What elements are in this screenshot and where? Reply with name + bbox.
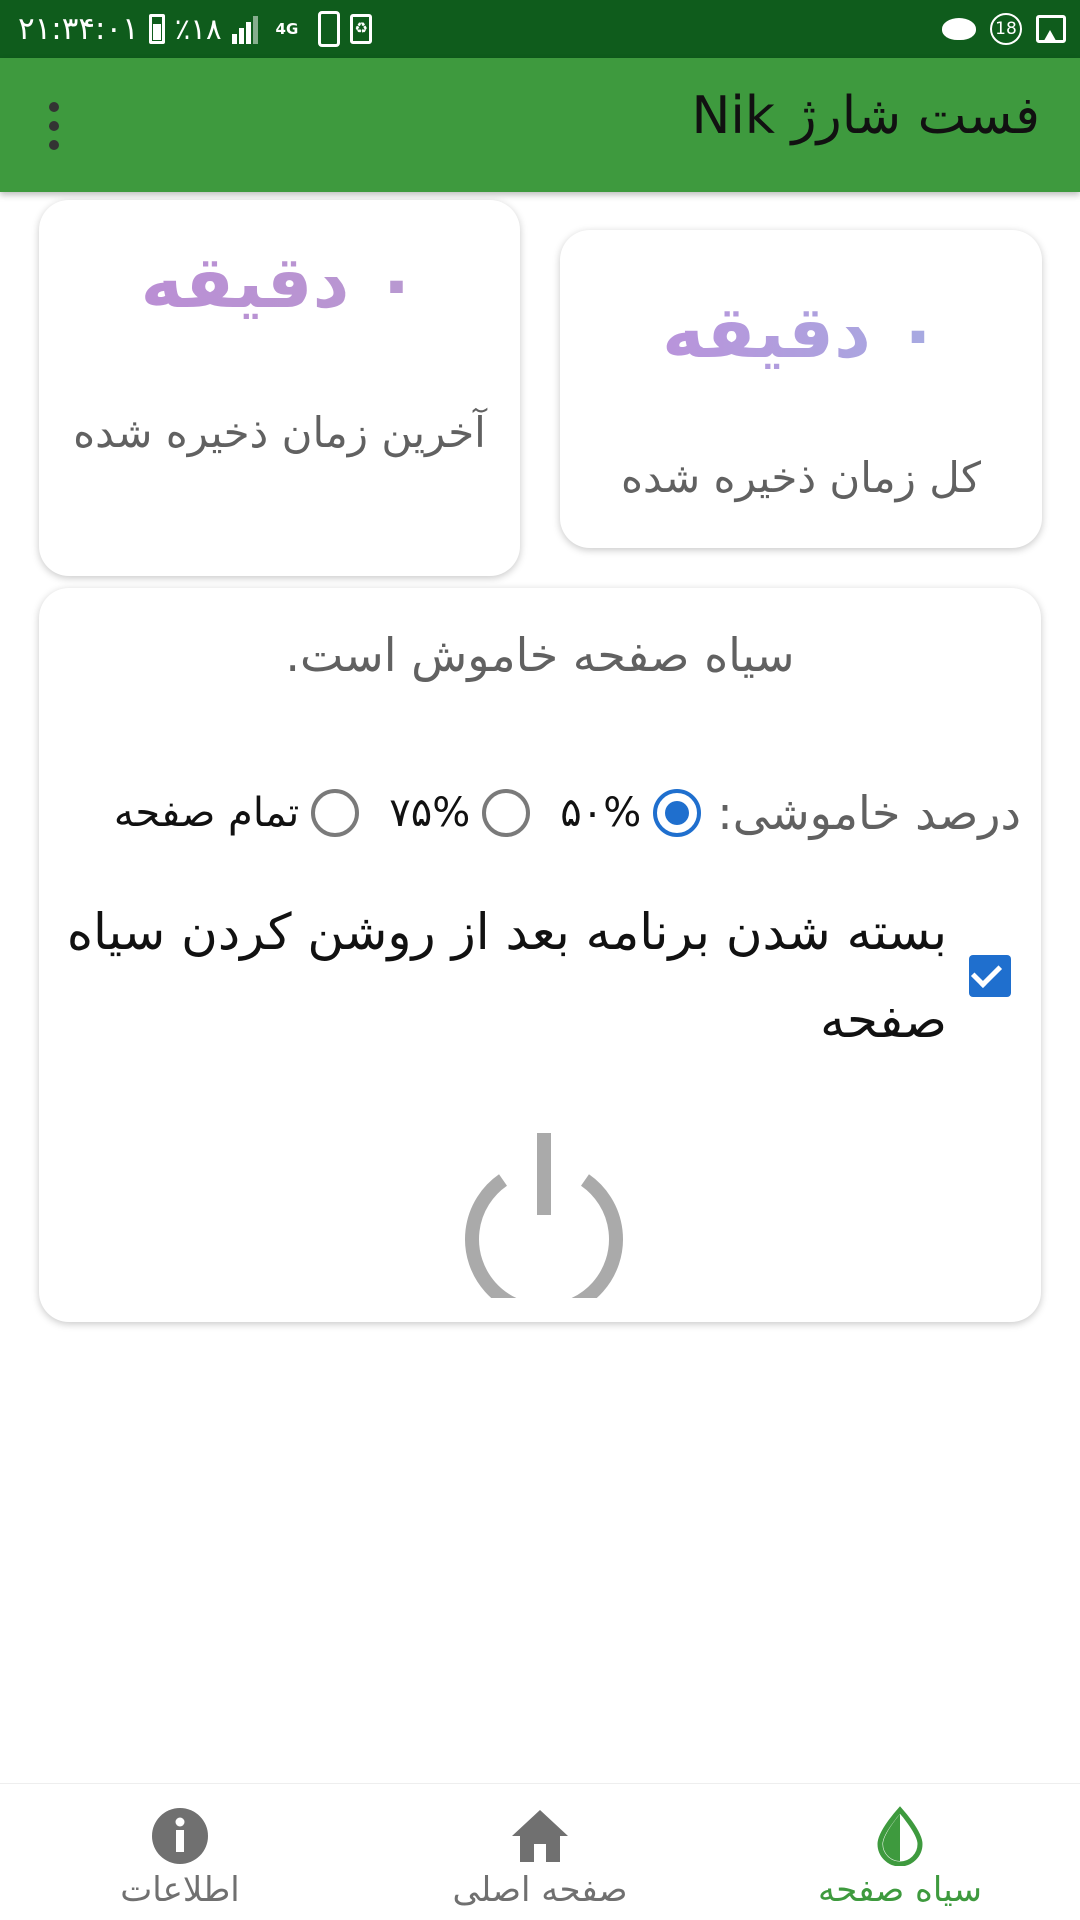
recycle-icon xyxy=(350,14,373,44)
phone-icon xyxy=(318,11,341,47)
radio-75[interactable] xyxy=(482,789,531,837)
app-title: فست شارژ Nik xyxy=(691,86,1040,146)
more-vert-icon[interactable] xyxy=(42,102,66,150)
percent-options-row: درصد خاموشی: ۵۰% ۷۵% تمام صفحه xyxy=(41,778,1021,848)
total-saved-label: کل زمان ذخیره شده xyxy=(620,453,982,502)
radio-option-75[interactable]: ۷۵% xyxy=(389,789,531,837)
last-saved-value: ۰ دقیقه xyxy=(39,240,520,324)
total-saved-card: ۰ دقیقه کل زمان ذخیره شده xyxy=(560,230,1042,548)
last-saved-card: ۰ دقیقه آخرین زمان ذخیره شده xyxy=(39,200,520,576)
notification-badge: 18 xyxy=(990,13,1022,45)
nav-item-info[interactable]: اطلاعات xyxy=(90,1784,270,1920)
status-right-group: 18 xyxy=(942,0,1066,58)
app-bar: فست شارژ Nik xyxy=(0,58,1080,192)
nav-label-info: اطلاعات xyxy=(120,1870,240,1910)
radio-label-50: ۵۰% xyxy=(560,790,642,836)
battery-percent: ٪۱۸ xyxy=(174,12,222,46)
battery-icon xyxy=(148,14,165,44)
total-saved-value: ۰ دقیقه xyxy=(560,290,1042,374)
radio-full[interactable] xyxy=(311,789,360,837)
radio-option-full[interactable]: تمام صفحه xyxy=(113,789,360,837)
status-bar: ۲۱:۳۴:۰۱ ٪۱۸ 4G 18 xyxy=(0,0,1080,58)
black-screen-card: سیاه صفحه خاموش است. درصد خاموشی: ۵۰% ۷۵… xyxy=(39,588,1041,1322)
radio-50[interactable] xyxy=(653,789,702,837)
network-type: 4G xyxy=(275,19,299,38)
power-icon[interactable] xyxy=(459,1128,629,1298)
radio-option-50[interactable]: ۵۰% xyxy=(560,789,702,837)
drop-half-icon xyxy=(877,1806,923,1866)
info-icon xyxy=(152,1808,208,1864)
black-screen-status: سیاه صفحه خاموش است. xyxy=(285,628,795,682)
bottom-nav: اطلاعات صفحه اصلی سیاه صفحه xyxy=(0,1783,1080,1920)
home-icon xyxy=(512,1810,568,1862)
nav-item-black-screen[interactable]: سیاه صفحه xyxy=(790,1784,1010,1920)
percent-label: درصد خاموشی: xyxy=(717,786,1021,840)
status-left-group: ۲۱:۳۴:۰۱ ٪۱۸ 4G xyxy=(18,0,373,58)
close-after-label: بسته شدن برنامه بعد از روشن کردن سیاه صف… xyxy=(66,903,947,1049)
nav-item-home[interactable]: صفحه اصلی xyxy=(430,1784,650,1920)
status-time: ۲۱:۳۴:۰۱ xyxy=(18,11,139,47)
image-icon xyxy=(1036,15,1066,43)
notification-app-icon xyxy=(942,18,976,40)
close-after-checkbox[interactable] xyxy=(969,955,1011,997)
last-saved-label: آخرین زمان ذخیره شده xyxy=(73,408,486,457)
close-after-row[interactable]: بسته شدن برنامه بعد از روشن کردن سیاه صف… xyxy=(51,888,1011,1064)
radio-label-full: تمام صفحه xyxy=(113,790,300,836)
nav-label-home: صفحه اصلی xyxy=(452,1870,628,1910)
radio-label-75: ۷۵% xyxy=(389,790,471,836)
nav-label-black-screen: سیاه صفحه xyxy=(818,1870,982,1910)
signal-icon xyxy=(231,14,266,44)
